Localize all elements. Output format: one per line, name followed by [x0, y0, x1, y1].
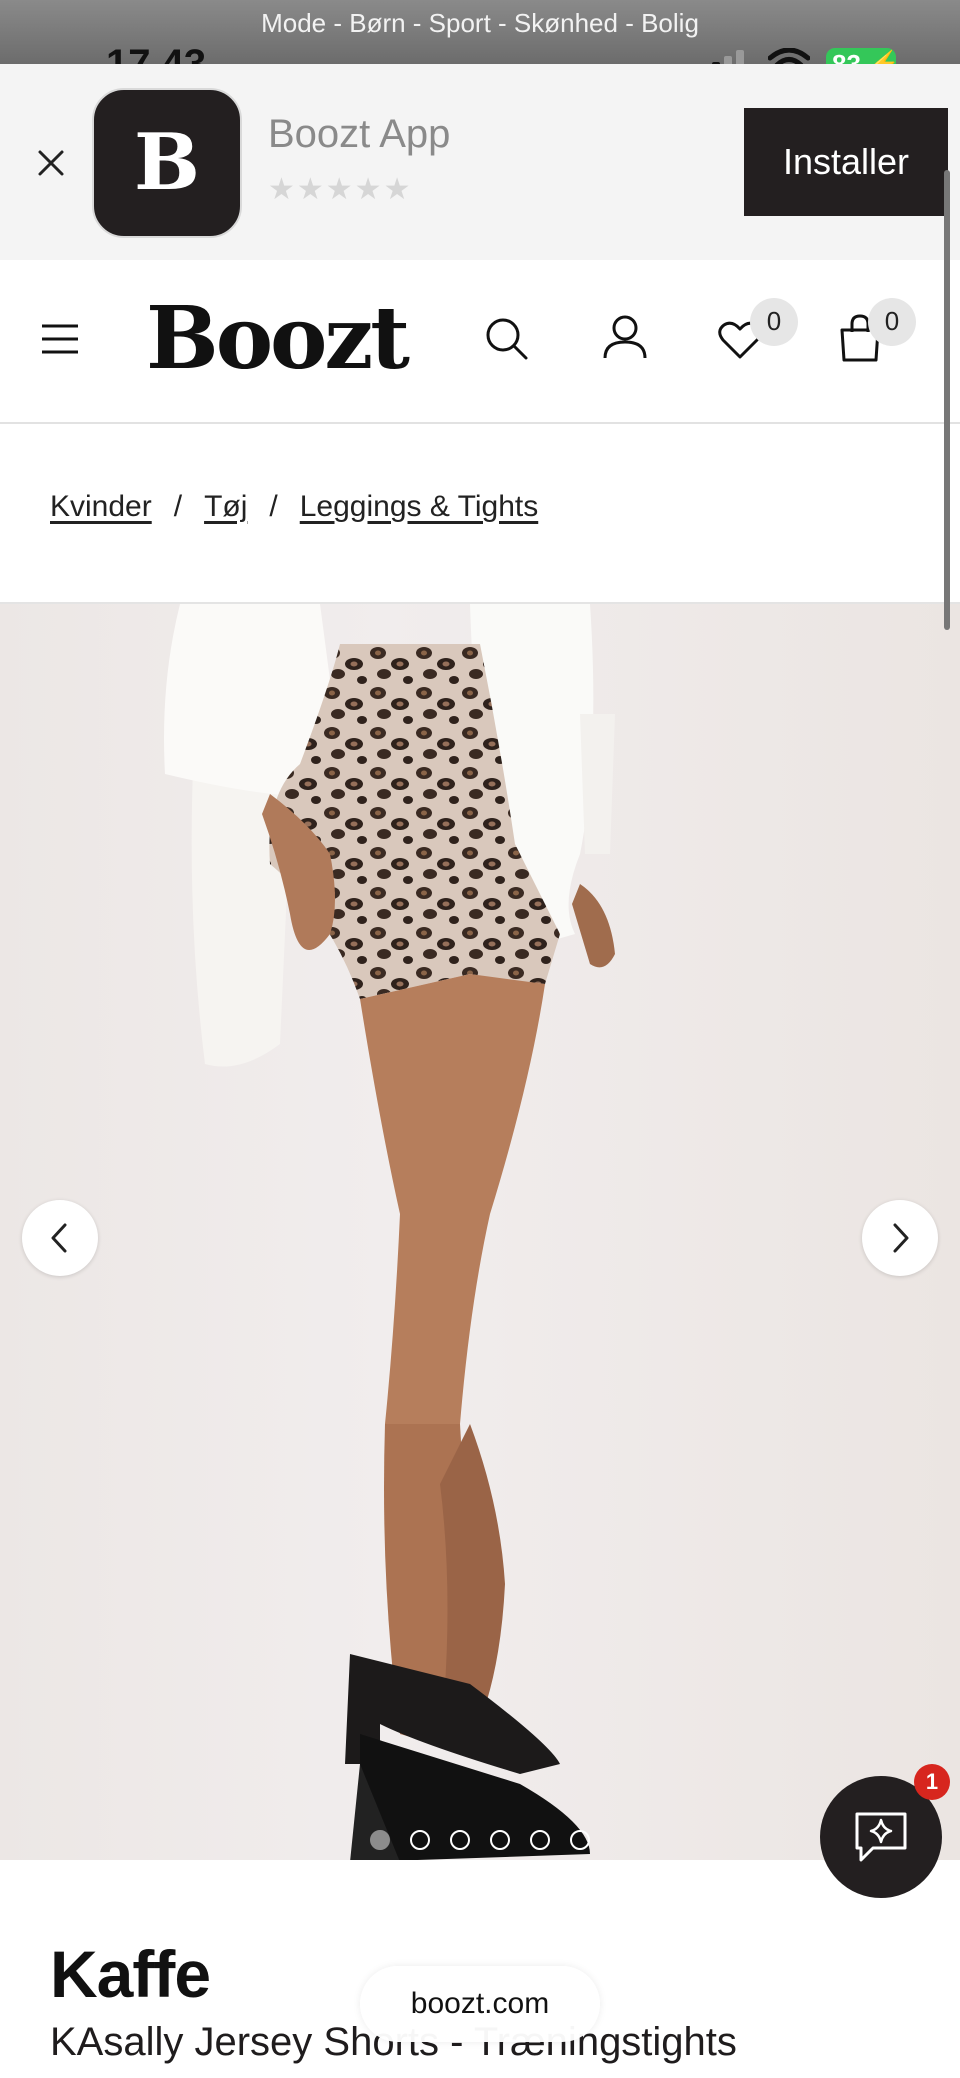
gallery-dot[interactable] [410, 1830, 430, 1850]
cart-count: 0 [868, 298, 916, 346]
breadcrumb: Kvinder / Tøj / Leggings & Tights [50, 490, 538, 524]
chevron-left-icon [51, 1223, 67, 1253]
gallery-dot[interactable] [370, 1830, 390, 1850]
user-icon[interactable] [602, 314, 648, 360]
install-button[interactable]: Installer [744, 108, 948, 216]
product-image-gallery[interactable] [0, 602, 960, 1860]
chevron-right-icon [893, 1223, 909, 1253]
status-bar: Mode - Børn - Sport - Skønhed - Bolig 17… [0, 0, 960, 86]
gallery-dot[interactable] [570, 1830, 590, 1850]
breadcrumb-toj[interactable]: Tøj [204, 490, 247, 523]
site-header: Boozt 0 0 [0, 260, 960, 424]
chat-sparkle-icon [855, 1812, 907, 1862]
breadcrumb-leggings-tights[interactable]: Leggings & Tights [300, 490, 539, 523]
page-scrollbar[interactable] [944, 170, 950, 630]
product-photo [164, 604, 615, 1860]
app-install-banner: B Boozt App ★★★★★ Installer [0, 64, 960, 260]
breadcrumb-separator: / [269, 490, 278, 523]
close-icon[interactable] [34, 146, 68, 180]
chat-notification-badge: 1 [914, 1764, 950, 1800]
app-name: Boozt App [268, 112, 451, 156]
previous-image-button[interactable] [22, 1200, 98, 1276]
product-brand[interactable]: Kaffe [50, 1936, 211, 2012]
rating-stars: ★★★★★ [268, 173, 413, 206]
hamburger-icon[interactable] [40, 322, 80, 356]
search-icon[interactable] [484, 316, 530, 362]
boozt-logo[interactable]: Boozt [146, 288, 410, 389]
breadcrumb-kvinder[interactable]: Kvinder [50, 490, 152, 523]
gallery-dot[interactable] [450, 1830, 470, 1850]
wishlist-count: 0 [750, 298, 798, 346]
gallery-dot[interactable] [530, 1830, 550, 1850]
status-url-banner: Mode - Børn - Sport - Skønhed - Bolig [261, 8, 699, 38]
app-icon[interactable]: B [92, 88, 242, 238]
breadcrumb-separator: / [173, 490, 183, 523]
browser-url-bar[interactable]: boozt.com [360, 1966, 600, 2042]
gallery-pagination [370, 1830, 590, 1850]
next-image-button[interactable] [862, 1200, 938, 1276]
gallery-dot[interactable] [490, 1830, 510, 1850]
